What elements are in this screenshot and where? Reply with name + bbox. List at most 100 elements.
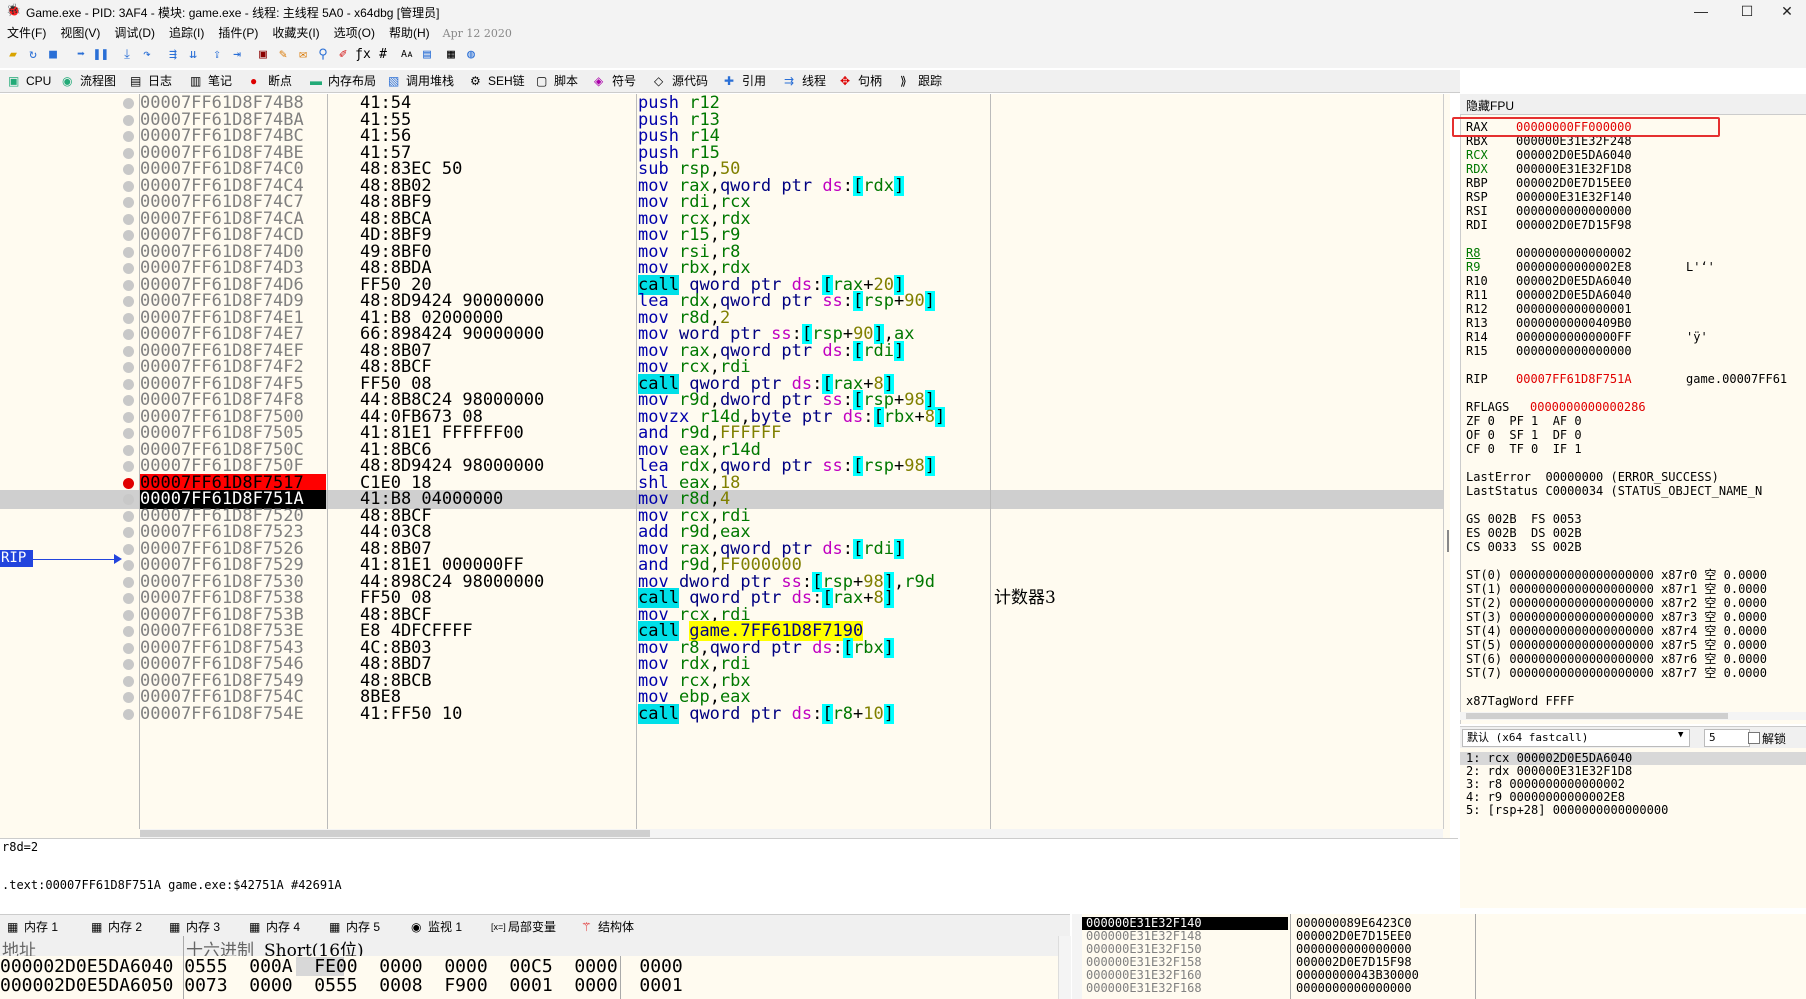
menu-debug[interactable]: 调试(D) [107, 22, 162, 43]
tab-memory-2[interactable]: ▦ 内存 2 [88, 918, 142, 936]
breakpoint-dot-icon[interactable] [123, 642, 134, 654]
tab-watch-1[interactable]: ◉ 监视 1 [408, 918, 462, 936]
tab-cpu[interactable]: ▣ CPU [4, 72, 51, 90]
calculator-icon[interactable]: ▦ [442, 46, 460, 64]
breakpoint-dot-icon[interactable] [123, 98, 134, 109]
menu-plugins[interactable]: 插件(P) [211, 22, 265, 43]
breakpoint-dot-icon[interactable] [123, 543, 134, 555]
breakpoint-dot-icon[interactable] [123, 428, 134, 439]
scrollbar-thumb[interactable] [140, 830, 650, 837]
breakpoint-dot-icon[interactable] [123, 378, 134, 390]
menu-trace[interactable]: 追踪(I) [162, 22, 211, 43]
step-over-icon[interactable]: ↷ [138, 46, 156, 64]
breakpoint-dot-icon[interactable] [123, 477, 134, 489]
breakpoint-dot-icon[interactable] [123, 362, 134, 373]
menu-file[interactable]: 文件(F) [0, 22, 53, 43]
chevron-down-icon[interactable]: ▼ [1678, 730, 1683, 740]
dump-row[interactable]: 000002D0E5DA6050 0073 0000 0555 0008 F90… [0, 976, 683, 995]
tab-struct[interactable]: ⚚ 结构体 [578, 918, 634, 936]
tab-log[interactable]: ▤ 日志 [126, 72, 172, 90]
breakpoint-dot-icon[interactable] [123, 692, 134, 703]
breakpoint-dot-icon[interactable] [123, 329, 134, 340]
label-icon[interactable]: ⚲ [314, 46, 332, 64]
call-arg-row[interactable]: 5: [rsp+28] 0000000000000000 [1466, 804, 1668, 817]
breakpoint-dot-icon[interactable] [123, 659, 134, 670]
open-icon[interactable]: ▰ [4, 46, 22, 64]
tab-breakpoints[interactable]: ● 断点 [246, 72, 292, 90]
breakpoint-dot-icon[interactable] [123, 527, 134, 538]
breakpoint-dot-icon[interactable] [123, 180, 134, 192]
tab-seh[interactable]: ⚙ SEH链 [466, 72, 525, 90]
disasm-row[interactable]: 00007FF61D8F754E 41:FF50 10 call qword ptr… [0, 703, 1443, 724]
stack-scrollbar[interactable] [1072, 914, 1082, 999]
run-icon[interactable]: ➡ [72, 46, 90, 64]
scrollbar-thumb[interactable] [1447, 530, 1449, 552]
breakpoint-dot-icon[interactable] [123, 263, 134, 274]
breakpoint-dot-icon[interactable] [123, 560, 134, 571]
stack-address[interactable]: 000000E31E32F168 [1086, 982, 1202, 995]
breakpoint-dot-icon[interactable] [123, 312, 134, 324]
tab-handles[interactable]: ✥ 句柄 [836, 72, 882, 90]
breakpoint-dot-icon[interactable] [123, 164, 134, 175]
minimize-button[interactable]: — [1678, 0, 1724, 22]
arg-count-spinner[interactable]: 5 [1704, 729, 1750, 747]
scrollbar-thumb[interactable] [1466, 713, 1728, 719]
breakpoint-dot-icon[interactable] [123, 147, 134, 159]
breakpoint-dot-icon[interactable] [123, 246, 134, 258]
breakpoint-dot-icon[interactable] [123, 411, 134, 423]
trace-into-icon[interactable]: ⇶ [164, 46, 182, 64]
tab-memory-3[interactable]: ▦ 内存 3 [166, 918, 220, 936]
stack-value[interactable]: 0000000000000000 [1296, 982, 1412, 995]
hide-fpu-button[interactable]: 隐藏FPU [1466, 97, 1514, 114]
breakpoint-dot-icon[interactable] [123, 593, 134, 604]
run-to-user-icon[interactable]: ⇥ [228, 46, 246, 64]
tab-symbols[interactable]: ◈ 符号 [590, 72, 636, 90]
breakpoint-dot-icon[interactable] [123, 510, 134, 522]
tab-trace[interactable]: ⟫ 跟踪 [896, 72, 942, 90]
dump-scrollbar[interactable] [1058, 936, 1071, 999]
breakpoint-dot-icon[interactable] [123, 444, 134, 456]
breakpoint-dot-icon[interactable] [123, 494, 134, 505]
breakpoint-dot-icon[interactable] [123, 279, 134, 291]
tab-references[interactable]: ✚ 引用 [720, 72, 766, 90]
step-into-icon[interactable]: ⤓ [118, 46, 136, 64]
close-button[interactable]: ✕ [1764, 0, 1806, 22]
pause-icon[interactable]: ❚❚ [92, 46, 110, 64]
tab-script[interactable]: ▢ 脚本 [532, 72, 578, 90]
call-convention-select[interactable]: 默认 (x64 fastcall) [1462, 729, 1690, 747]
bookmark-icon[interactable]: ✐ [334, 46, 352, 64]
breakpoint-dot-icon[interactable] [123, 345, 134, 357]
tab-memory-map[interactable]: ▬ 内存布局 [306, 72, 376, 90]
tab-locals[interactable]: [x=] 局部变量 [488, 918, 556, 936]
breakpoint-dot-icon[interactable] [123, 296, 134, 307]
menu-view[interactable]: 视图(V) [53, 22, 107, 43]
breakpoint-dot-icon[interactable] [123, 675, 134, 687]
menu-options[interactable]: 选项(O) [327, 22, 382, 43]
stop-icon[interactable]: ■ [44, 46, 62, 64]
breakpoint-dot-icon[interactable] [123, 197, 134, 208]
tab-memory-4[interactable]: ▦ 内存 4 [246, 918, 300, 936]
unlock-checkbox[interactable] [1748, 732, 1760, 744]
function-icon[interactable]: ƒx [354, 46, 372, 64]
menu-help[interactable]: 帮助(H) [382, 22, 437, 43]
breakpoint-dot-icon[interactable] [123, 114, 134, 126]
tab-source[interactable]: ◇ 源代码 [650, 72, 708, 90]
menu-favourites[interactable]: 收藏夹(I) [265, 22, 326, 43]
hash-icon[interactable]: # [374, 46, 392, 64]
dump-row[interactable]: 000002D0E5DA6040 0555 000A FE00 0000 000… [0, 957, 683, 976]
tab-call-stack[interactable]: ▧ 调用堆栈 [384, 72, 454, 90]
breakpoint-dot-icon[interactable] [123, 230, 134, 241]
breakpoint-dot-icon[interactable] [123, 609, 134, 621]
globe-icon[interactable]: ◍ [462, 46, 480, 64]
breakpoint-dot-icon[interactable] [123, 395, 134, 406]
tab-notes[interactable]: ▥ 笔记 [186, 72, 232, 90]
tab-memory-1[interactable]: ▦ 内存 1 [4, 918, 58, 936]
patch-icon[interactable]: ✎ [274, 46, 292, 64]
breakpoint-dot-icon[interactable] [123, 708, 134, 720]
tab-threads[interactable]: ⇉ 线程 [780, 72, 826, 90]
breakpoint-dot-icon[interactable] [123, 461, 134, 472]
breakpoint-dot-icon[interactable] [123, 626, 134, 637]
comment-icon[interactable]: ✉ [294, 46, 312, 64]
breakpoint-dot-icon[interactable] [123, 213, 134, 225]
restart-icon[interactable]: ↻ [24, 46, 42, 64]
